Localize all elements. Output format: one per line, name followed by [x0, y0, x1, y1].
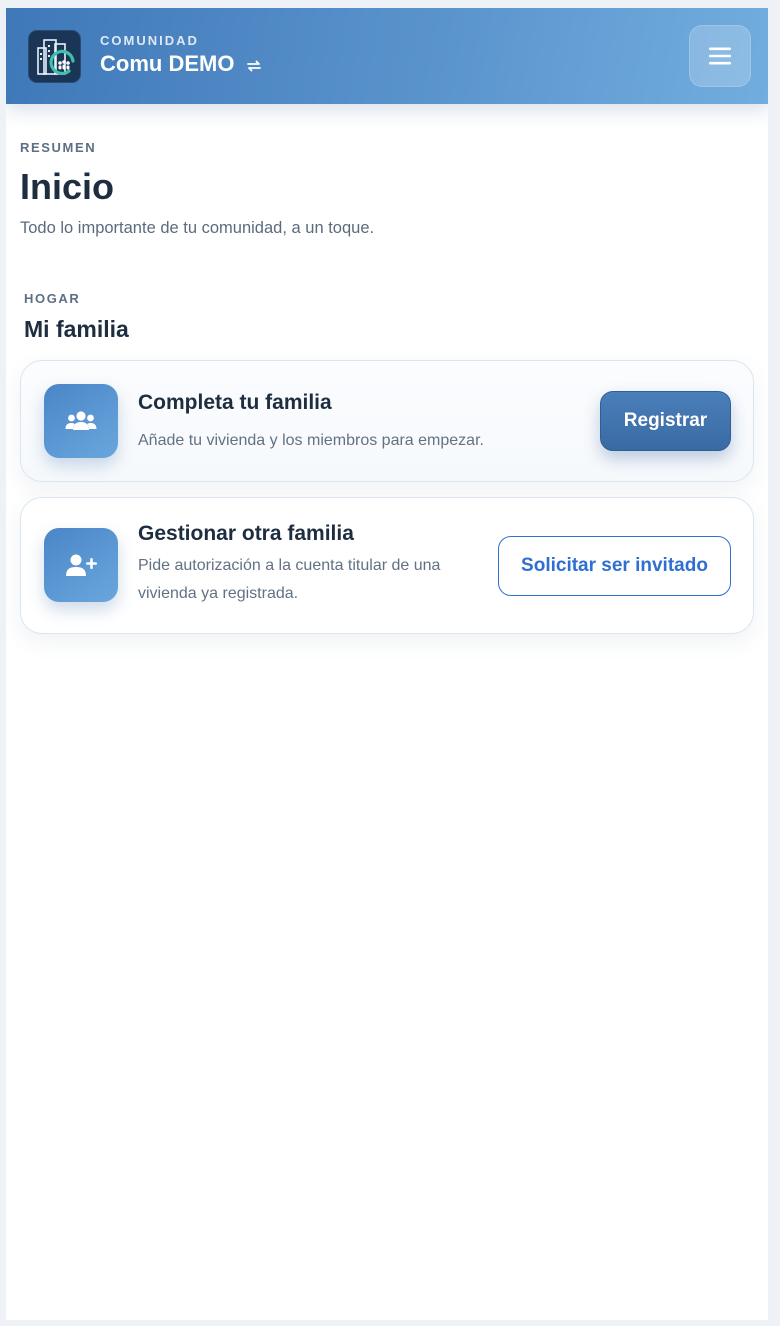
community-logo-icon [28, 30, 81, 83]
complete-family-card: Completa tu familia Añade tu vivienda y … [20, 360, 754, 482]
menu-button[interactable] [689, 25, 751, 87]
section-title: Mi familia [24, 316, 129, 342]
card-description: Añade tu vivienda y los miembros para em… [138, 432, 484, 449]
page-title: Inicio [20, 166, 115, 207]
app-header: COMUNIDAD Comu DEMO [6, 8, 768, 104]
card-title: Gestionar otra familia [138, 522, 354, 545]
summary-eyebrow: RESUMEN [20, 140, 97, 155]
community-switcher[interactable]: Comu DEMO [100, 51, 264, 77]
request-invite-button[interactable]: Solicitar ser invitado [498, 536, 731, 596]
app-frame: COMUNIDAD Comu DEMO RESUMEN Inicio Todo … [6, 8, 768, 1320]
card-description: Pide autorización a la cuenta titular de… [138, 557, 441, 602]
hamburger-menu-icon [709, 47, 731, 65]
household-eyebrow: HOGAR [24, 291, 81, 306]
page-subtitle: Todo lo importante de tu comunidad, a un… [20, 219, 375, 237]
swap-arrows-icon[interactable] [244, 56, 264, 76]
community-name: Comu DEMO [100, 51, 235, 76]
user-plus-icon [44, 528, 118, 602]
register-button[interactable]: Registrar [600, 391, 731, 451]
users-group-icon [44, 384, 118, 458]
header-eyebrow: COMUNIDAD [100, 33, 199, 48]
manage-other-family-card: Gestionar otra familia Pide autorización… [20, 497, 754, 634]
card-title: Completa tu familia [138, 391, 332, 414]
